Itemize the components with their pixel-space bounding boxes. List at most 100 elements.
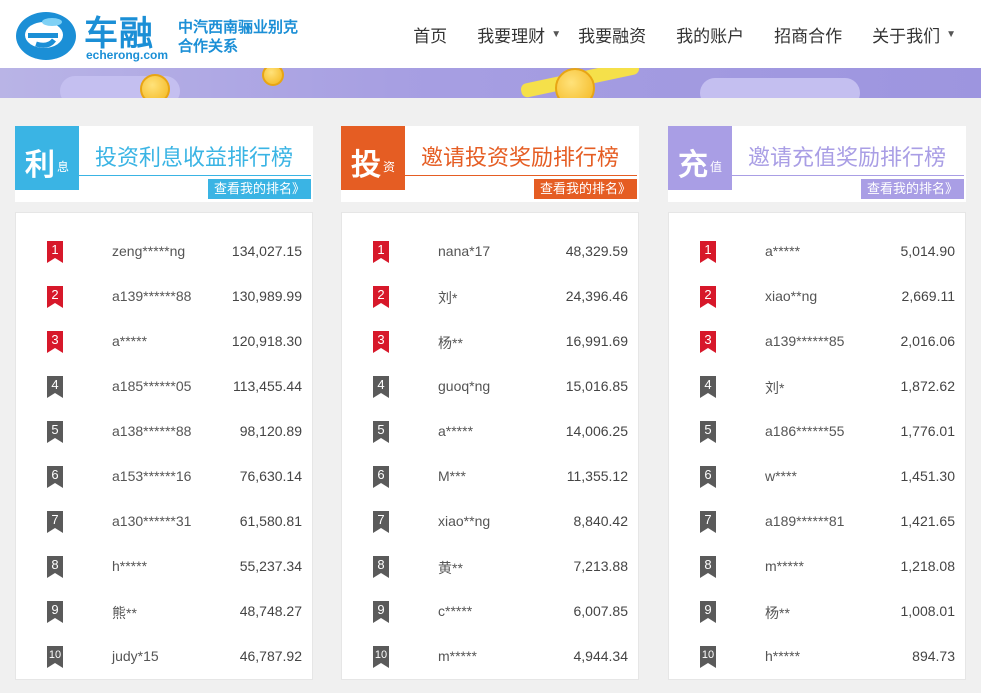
amount-value: 1,218.08	[900, 558, 956, 574]
rank-badge: 7	[700, 511, 716, 533]
rank-badge: 4	[373, 376, 389, 398]
table-row: 5 a138******88 98,120.89	[16, 419, 312, 464]
amount-value: 130,989.99	[231, 288, 302, 304]
rank-badge: 9	[47, 601, 63, 623]
user-name: 刘*	[765, 380, 785, 396]
user-name: a*****	[438, 423, 474, 439]
divider	[405, 175, 637, 176]
user-name: 杨**	[438, 335, 463, 351]
table-row: 1 zeng*****ng 134,027.15	[16, 239, 312, 284]
nav-invest[interactable]: 我要理财 ▼	[462, 22, 576, 47]
nav-partner[interactable]: 招商合作	[759, 22, 857, 47]
amount-value: 15,016.85	[565, 378, 628, 394]
panel-recharge-reward-ranking: 充 值 邀请充值奖励排行榜 查看我的排名》 1 a***** 5,014.90 2 xi…	[668, 126, 966, 680]
user-name: 刘*	[438, 290, 458, 306]
table-row: 3 a139******85 2,016.06	[669, 329, 965, 374]
amount-value: 61,580.81	[239, 513, 302, 529]
rank-badge: 10	[373, 646, 389, 668]
rank-badge: 5	[373, 421, 389, 443]
amount-value: 1,776.01	[900, 423, 956, 439]
ranking-list: 1 zeng*****ng 134,027.15 2 a139******88 130,9…	[15, 212, 313, 680]
nav-finance-label: 我要融资	[578, 26, 647, 46]
nav-about[interactable]: 关于我们 ▼	[857, 22, 971, 47]
amount-value: 98,120.89	[239, 423, 302, 439]
panel-title: 投资利息收益排行榜	[95, 145, 294, 170]
amount-value: 48,748.27	[239, 603, 302, 619]
site-logo[interactable]: 车融 echerong.com	[14, 4, 174, 64]
panel-title: 邀请投资奖励排行榜	[421, 145, 620, 170]
rank-badge: 2	[700, 286, 716, 308]
slogan: 中汽西南骊业别克 合作关系	[178, 18, 298, 56]
user-name: M***	[438, 468, 467, 484]
panel-header: 利 息 投资利息收益排行榜 查看我的排名》	[15, 126, 313, 202]
panel-header: 投 资 邀请投资奖励排行榜 查看我的排名》	[341, 126, 639, 202]
user-name: a186******55	[765, 423, 845, 439]
table-row: 1 a***** 5,014.90	[669, 239, 965, 284]
table-row: 2 刘* 24,396.46	[342, 284, 638, 329]
user-name: a138******88	[112, 423, 192, 439]
nav-home[interactable]: 首页	[398, 22, 462, 47]
view-my-rank-button[interactable]: 查看我的排名》	[533, 179, 637, 199]
coin-icon	[262, 68, 284, 86]
table-row: 10 m***** 4,944.34	[342, 644, 638, 689]
rank-badge: 1	[700, 241, 716, 263]
rank-badge: 5	[47, 421, 63, 443]
table-row: 7 a130******31 61,580.81	[16, 509, 312, 554]
rank-badge: 4	[700, 376, 716, 398]
amount-value: 76,630.14	[239, 468, 302, 484]
user-name: guoq*ng	[438, 378, 491, 394]
rank-badge: 6	[373, 466, 389, 488]
table-row: 8 h***** 55,237.34	[16, 554, 312, 599]
table-row: 6 M*** 11,355.12	[342, 464, 638, 509]
nav-home-label: 首页	[413, 26, 448, 46]
site-header: 车融 echerong.com 中汽西南骊业别克 合作关系 首页 我要理财 ▼ 我…	[0, 0, 981, 68]
table-row: 5 a***** 14,006.25	[342, 419, 638, 464]
amount-value: 8,840.42	[573, 513, 629, 529]
main-nav: 首页 我要理财 ▼ 我要融资 我的账户 招商合作 关于我们 ▼	[398, 0, 971, 68]
ranking-list: 1 nana*17 48,329.59 2 刘* 24,396.46 3 杨** 16,991.…	[341, 212, 639, 680]
user-name: m*****	[765, 558, 804, 574]
amount-value: 2,016.06	[900, 333, 956, 349]
user-name: w****	[765, 468, 797, 484]
view-my-rank-button[interactable]: 查看我的排名》	[207, 179, 311, 199]
badge-big-char: 充	[678, 149, 708, 182]
rank-badge: 7	[47, 511, 63, 533]
panel-interest-ranking: 利 息 投资利息收益排行榜 查看我的排名》 1 zeng*****ng 134,02…	[15, 126, 313, 680]
table-row: 6 w**** 1,451.30	[669, 464, 965, 509]
rank-badge: 9	[373, 601, 389, 623]
table-row: 3 a***** 120,918.30	[16, 329, 312, 374]
amount-value: 11,355.12	[566, 468, 628, 484]
amount-value: 48,329.59	[565, 243, 628, 259]
nav-account-label: 我的账户	[676, 26, 745, 46]
table-row: 3 杨** 16,991.69	[342, 329, 638, 374]
table-row: 2 xiao**ng 2,669.11	[669, 284, 965, 329]
ranking-list: 1 a***** 5,014.90 2 xiao**ng 2,669.11 3 a139***…	[668, 212, 966, 680]
slogan-line1: 中汽西南骊业别克	[178, 19, 299, 36]
logo-e-icon	[16, 12, 76, 60]
rank-badge: 8	[700, 556, 716, 578]
table-row: 7 xiao**ng 8,840.42	[342, 509, 638, 554]
user-name: nana*17	[438, 243, 491, 259]
table-row: 2 a139******88 130,989.99	[16, 284, 312, 329]
view-my-rank-button[interactable]: 查看我的排名》	[860, 179, 964, 199]
rank-badge: 2	[47, 286, 63, 308]
panel-header: 充 值 邀请充值奖励排行榜 查看我的排名》	[668, 126, 966, 202]
rank-badge: 5	[700, 421, 716, 443]
table-row: 8 黄** 7,213.88	[342, 554, 638, 599]
amount-value: 894.73	[912, 648, 955, 664]
rank-badge: 4	[47, 376, 63, 398]
rank-badge: 10	[700, 646, 716, 668]
nav-account[interactable]: 我的账户	[661, 22, 759, 47]
nav-finance[interactable]: 我要融资	[576, 22, 661, 47]
user-name: a153******16	[112, 468, 192, 484]
caret-down-icon: ▼	[551, 28, 562, 40]
rank-badge: 7	[373, 511, 389, 533]
user-name: a189******81	[765, 513, 845, 529]
coin-icon	[140, 74, 170, 98]
user-name: judy*15	[112, 648, 159, 664]
panel-badge: 充 值	[668, 126, 732, 190]
table-row: 9 熊** 48,748.27	[16, 599, 312, 644]
rank-badge: 9	[700, 601, 716, 623]
user-name: a130******31	[112, 513, 192, 529]
table-row: 6 a153******16 76,630.14	[16, 464, 312, 509]
